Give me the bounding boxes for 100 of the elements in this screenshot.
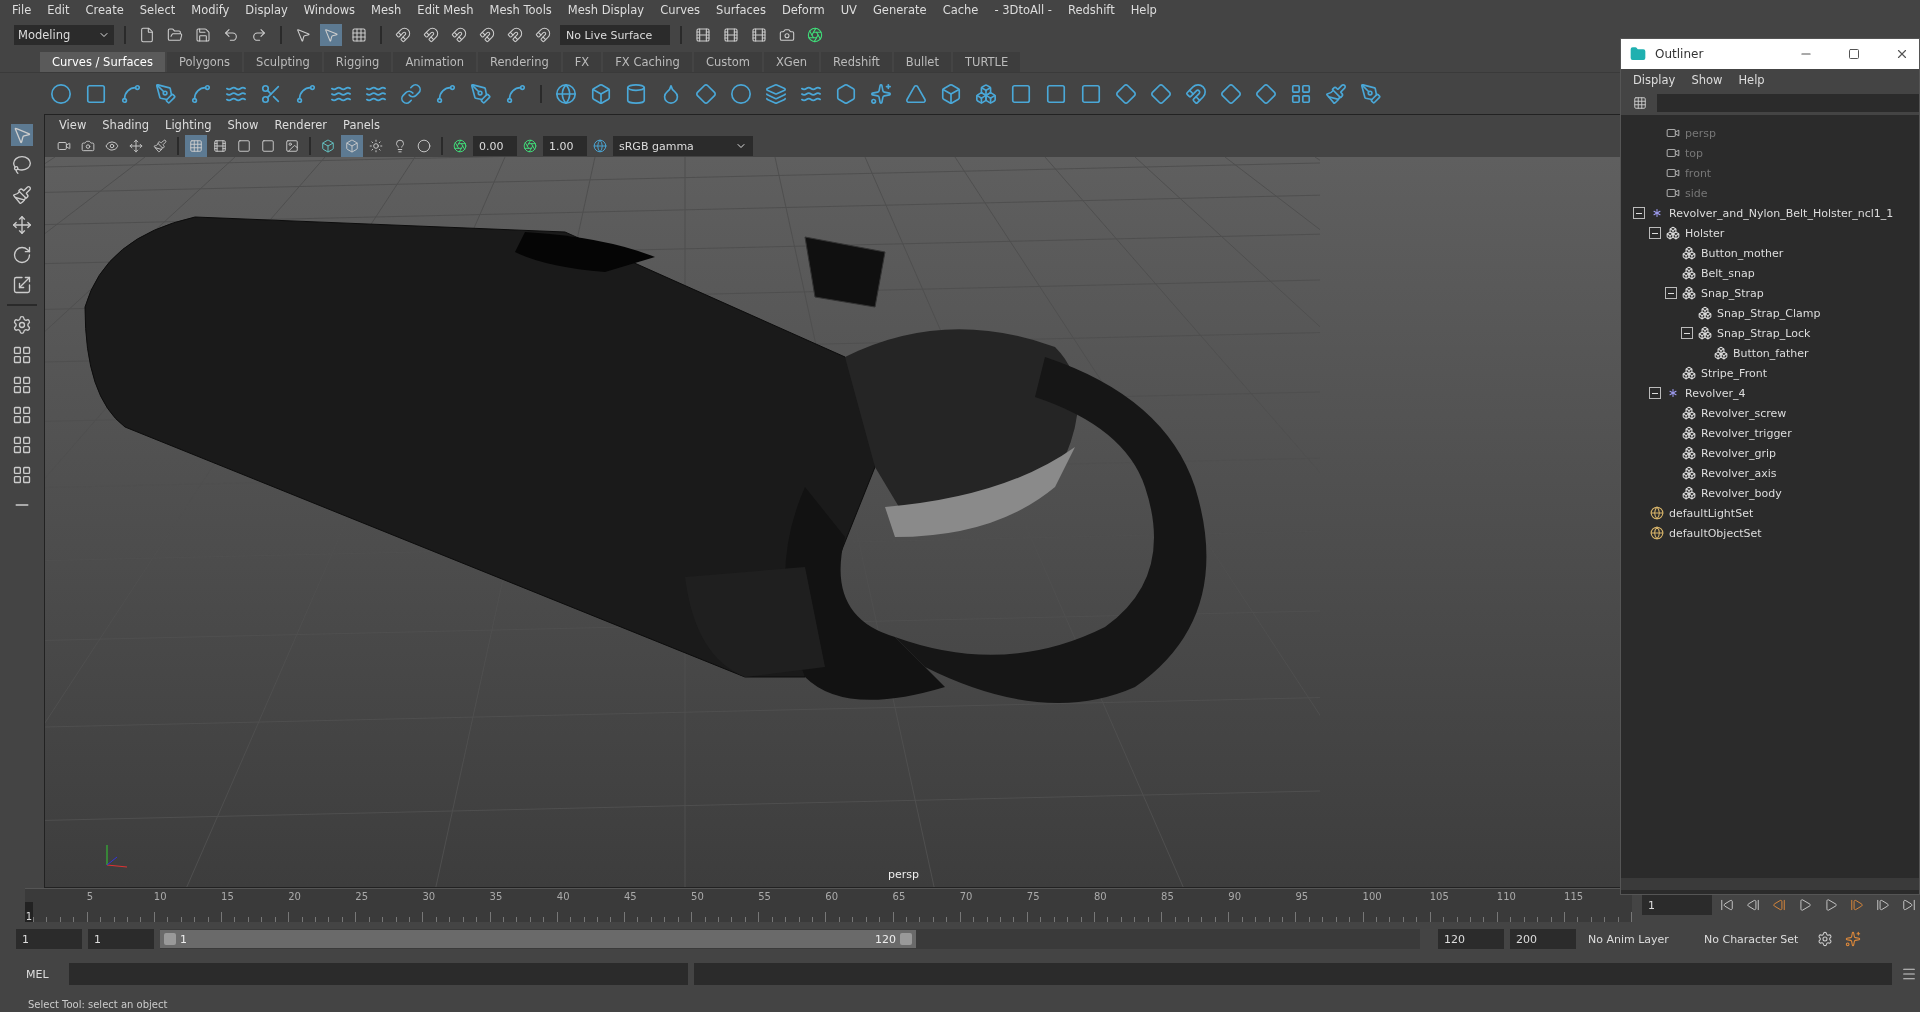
outliner-item[interactable]: defaultLightSet — [1669, 506, 1754, 520]
range-slider-track[interactable]: 1 120 — [160, 929, 1420, 949]
menu-item[interactable]: - 3DtoAll - — [986, 3, 1060, 17]
menu-item[interactable]: Edit Mesh — [409, 3, 482, 17]
menu-item[interactable]: UV — [832, 3, 865, 17]
shelf-tab[interactable]: Animation — [393, 52, 476, 72]
outliner-item[interactable]: Revolver_axis — [1701, 466, 1777, 480]
range-handle[interactable] — [900, 933, 912, 945]
outliner-item[interactable]: Stripe_Front — [1701, 366, 1767, 380]
outliner-menu-item[interactable]: Display — [1625, 73, 1684, 87]
current-time-marker[interactable]: 1 — [25, 902, 33, 922]
outliner-item[interactable]: defaultObjectSet — [1669, 526, 1762, 540]
shelf-tab[interactable]: Sculpting — [244, 52, 322, 72]
collapse-toggle[interactable] — [1649, 227, 1661, 239]
shelf-tab[interactable]: Bullet — [893, 52, 951, 72]
paint-icon[interactable] — [11, 184, 33, 206]
menu-item[interactable]: Mesh — [363, 3, 410, 17]
shelf-tab[interactable]: Rendering — [478, 52, 561, 72]
panel-menu-item[interactable]: Panels — [335, 118, 389, 132]
outliner-item[interactable]: Button_father — [1733, 346, 1809, 360]
outliner-item[interactable]: Holster — [1685, 226, 1725, 240]
outliner-item[interactable]: Revolver_body — [1701, 486, 1782, 500]
time-slider[interactable]: 5 10 15 20 25 30 35 40 45 50 55 60 65 70 75 80 85 90 95 100 105 110 115 1 — [25, 888, 1632, 922]
outliner-item[interactable]: Revolver_grip — [1701, 446, 1777, 460]
range-handle[interactable] — [164, 933, 176, 945]
command-input-field[interactable] — [68, 963, 688, 985]
outliner-item[interactable]: Belt_snap — [1701, 266, 1755, 280]
outliner-item[interactable]: Snap_Strap_Lock — [1717, 326, 1811, 340]
scrollbar[interactable] — [1621, 878, 1919, 890]
panel-menu-item[interactable]: Renderer — [266, 118, 336, 132]
outliner-item[interactable]: Button_mother — [1701, 246, 1784, 260]
current-frame-field[interactable]: 1 — [1642, 895, 1712, 915]
shelf-tab[interactable]: TURTLE — [952, 52, 1021, 72]
rotate-icon[interactable] — [11, 244, 33, 266]
shelf-tab[interactable]: XGen — [763, 52, 820, 72]
panel-menu-item[interactable]: View — [51, 118, 95, 132]
range-start-value: 1 — [180, 932, 187, 946]
menu-item[interactable]: Create — [77, 3, 132, 17]
outliner-menu-item[interactable]: Help — [1730, 73, 1773, 87]
mesh-icon — [1681, 365, 1697, 381]
menu-item[interactable]: File — [4, 3, 40, 17]
outliner-item[interactable]: Revolver_4 — [1685, 386, 1746, 400]
cube-icon[interactable] — [341, 135, 363, 157]
end-frame-field[interactable]: 200 — [1510, 929, 1576, 949]
menu-item[interactable]: Windows — [295, 3, 364, 17]
playback-start-field[interactable]: 1 — [88, 929, 154, 949]
menu-item[interactable]: Generate — [864, 3, 935, 17]
menu-item[interactable]: Cache — [934, 3, 987, 17]
grid-icon[interactable] — [185, 135, 207, 157]
panel-menu-item[interactable]: Lighting — [157, 118, 220, 132]
lasso-icon[interactable] — [11, 154, 33, 176]
scale-icon[interactable] — [11, 274, 33, 296]
menu-item[interactable]: Deform — [773, 3, 833, 17]
shelf-tab[interactable]: Rigging — [323, 52, 392, 72]
shelf-tab[interactable]: Redshift — [821, 52, 892, 72]
menu-item[interactable]: Help — [1122, 3, 1165, 17]
mesh-icon — [1665, 225, 1681, 241]
outliner-item[interactable]: Snap_Strap — [1701, 286, 1764, 300]
command-language-label[interactable]: MEL — [10, 967, 63, 981]
shelf-tab[interactable]: FX — [562, 52, 602, 72]
start-frame-field[interactable]: 1 — [16, 929, 82, 949]
panel-menu-item[interactable]: Shading — [94, 118, 157, 132]
outliner-item[interactable]: Revolver_and_Nylon_Belt_Holster_ncl1_1 — [1669, 206, 1894, 220]
shelf-tab[interactable]: Curves / Surfaces — [40, 52, 165, 72]
collapse-toggle[interactable] — [1649, 387, 1661, 399]
shelf-tab[interactable]: Custom — [693, 52, 762, 72]
range-slider-fill[interactable] — [160, 930, 916, 948]
shelf-tab[interactable]: Polygons — [166, 52, 243, 72]
mesh-icon — [1681, 265, 1697, 281]
outliner-menu-item[interactable]: Show — [1683, 73, 1731, 87]
menu-item[interactable]: Curves — [652, 3, 709, 17]
mesh-icon — [1681, 405, 1697, 421]
color-space-dropdown[interactable]: sRGB gamma — [613, 136, 753, 156]
exposure-field[interactable]: 0.00 — [473, 136, 517, 156]
menu-item[interactable]: Redshift — [1060, 3, 1123, 17]
outliner-item[interactable]: Snap_Strap_Clamp — [1717, 306, 1821, 320]
menu-item[interactable]: Display — [237, 3, 296, 17]
live-surface-field[interactable]: No Live Surface — [560, 25, 670, 45]
panel-menu-item[interactable]: Show — [219, 118, 267, 132]
pointer-icon[interactable] — [320, 24, 342, 46]
shelf-tab[interactable]: FX Caching — [603, 52, 692, 72]
playback-end-field[interactable]: 120 — [1438, 929, 1504, 949]
workspace-dropdown[interactable]: Modeling — [14, 25, 114, 45]
menu-item[interactable]: Modify — [183, 3, 238, 17]
select-tool-icon[interactable] — [11, 124, 33, 146]
mesh-icon — [1681, 465, 1697, 481]
menu-item[interactable]: Mesh Display — [559, 3, 653, 17]
outliner-item[interactable]: Revolver_screw — [1701, 406, 1787, 420]
search-field[interactable] — [1657, 94, 1919, 112]
menu-item[interactable]: Surfaces — [708, 3, 774, 17]
collapse-toggle[interactable] — [1665, 287, 1677, 299]
move-icon[interactable] — [11, 214, 33, 236]
collapse-toggle[interactable] — [1633, 207, 1645, 219]
menu-item[interactable]: Mesh Tools — [481, 3, 560, 17]
mesh-icon — [1681, 285, 1697, 301]
menu-item[interactable]: Edit — [39, 3, 78, 17]
gamma-field[interactable]: 1.00 — [543, 136, 587, 156]
collapse-toggle[interactable] — [1681, 327, 1693, 339]
menu-item[interactable]: Select — [131, 3, 184, 17]
outliner-item[interactable]: Revolver_trigger — [1701, 426, 1792, 440]
